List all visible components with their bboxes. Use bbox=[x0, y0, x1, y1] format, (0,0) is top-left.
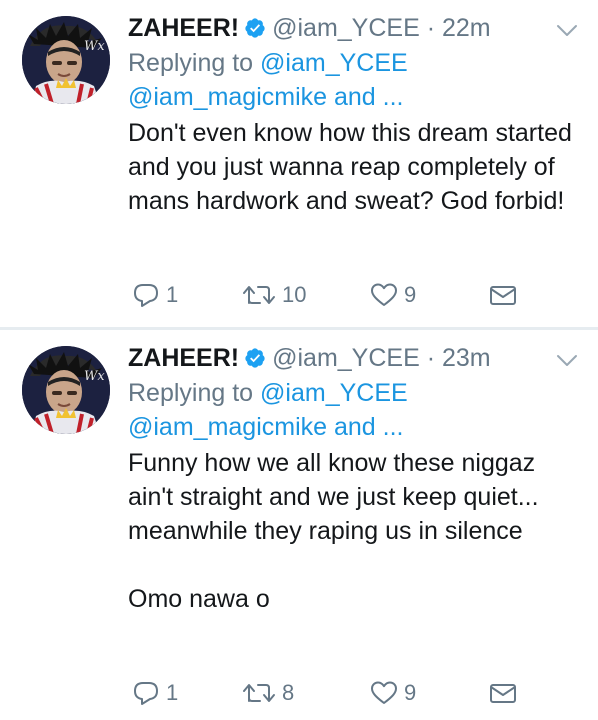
avatar[interactable]: Wx bbox=[22, 16, 110, 104]
timeline: Wx ZAHEER! @iam_YCEE · 22m Replying to @i… bbox=[0, 0, 598, 720]
replying-to-label: Replying to bbox=[128, 379, 261, 407]
replying-to-line: Replying to @iam_YCEE bbox=[128, 46, 578, 80]
timestamp[interactable]: 23m bbox=[442, 344, 491, 372]
svg-text:Wx: Wx bbox=[84, 39, 105, 54]
like-count: 9 bbox=[404, 680, 417, 705]
retweet-button[interactable]: 10 bbox=[242, 280, 306, 310]
direct-message-button[interactable] bbox=[488, 280, 518, 310]
verified-badge-icon bbox=[245, 18, 265, 38]
avatar[interactable]: Wx bbox=[22, 346, 110, 434]
tweet-header: ZAHEER! @iam_YCEE · 23m bbox=[128, 340, 578, 376]
heart-icon bbox=[371, 681, 397, 704]
handle[interactable]: @iam_YCEE bbox=[272, 344, 420, 372]
separator-dot: · bbox=[426, 344, 436, 372]
tweet-content: ZAHEER! @iam_YCEE · 23m Replying to @iam_… bbox=[128, 340, 578, 616]
mention-link[interactable]: @iam_YCEE bbox=[260, 49, 408, 77]
replying-to-line-2: @iam_magicmike and ... bbox=[128, 410, 578, 444]
replying-to-line: Replying to @iam_YCEE bbox=[128, 376, 578, 410]
svg-text:Wx: Wx bbox=[84, 369, 105, 384]
timestamp[interactable]: 22m bbox=[442, 14, 491, 42]
tweet-actions: 1 10 9 bbox=[128, 280, 528, 310]
heart-icon bbox=[371, 283, 397, 306]
handle[interactable]: @iam_YCEE bbox=[272, 14, 420, 42]
and-others-link[interactable]: and ... bbox=[327, 83, 404, 111]
replying-to-line-2: @iam_magicmike and ... bbox=[128, 80, 578, 114]
display-name[interactable]: ZAHEER! bbox=[128, 14, 239, 42]
chevron-down-icon[interactable] bbox=[556, 354, 578, 368]
mention-link[interactable]: @iam_magicmike bbox=[128, 83, 327, 111]
mention-link[interactable]: @iam_YCEE bbox=[260, 379, 408, 407]
display-name[interactable]: ZAHEER! bbox=[128, 344, 239, 372]
retweet-icon bbox=[243, 684, 275, 702]
envelope-icon bbox=[490, 684, 516, 703]
reply-icon bbox=[134, 682, 158, 705]
retweet-count: 10 bbox=[282, 282, 307, 307]
reply-count: 1 bbox=[166, 282, 179, 307]
like-count: 9 bbox=[404, 282, 417, 307]
retweet-count: 8 bbox=[282, 680, 295, 705]
tweet-actions: 1 8 9 bbox=[128, 678, 528, 708]
replying-to-label: Replying to bbox=[128, 49, 261, 77]
direct-message-button[interactable] bbox=[488, 678, 518, 708]
tweet[interactable]: Wx ZAHEER! @iam_YCEE · 23m Replying to @i… bbox=[0, 330, 598, 720]
reply-button[interactable]: 1 bbox=[132, 678, 178, 708]
like-button[interactable]: 9 bbox=[370, 280, 416, 310]
retweet-icon bbox=[243, 286, 275, 304]
tweet-text: Funny how we all know these niggaz ain't… bbox=[128, 449, 539, 613]
mention-link[interactable]: @iam_magicmike bbox=[128, 413, 327, 441]
tweet-content: ZAHEER! @iam_YCEE · 22m Replying to @iam_… bbox=[128, 10, 578, 218]
verified-badge-icon bbox=[245, 348, 265, 368]
envelope-icon bbox=[490, 286, 516, 305]
and-others-link[interactable]: and ... bbox=[327, 413, 404, 441]
separator-dot: · bbox=[426, 14, 436, 42]
tweet-text: Don't even know how this dream started a… bbox=[128, 119, 579, 215]
retweet-button[interactable]: 8 bbox=[242, 678, 294, 708]
reply-icon bbox=[134, 284, 158, 307]
tweet-header: ZAHEER! @iam_YCEE · 22m bbox=[128, 10, 578, 46]
reply-button[interactable]: 1 bbox=[132, 280, 178, 310]
like-button[interactable]: 9 bbox=[370, 678, 416, 708]
reply-count: 1 bbox=[166, 680, 179, 705]
chevron-down-icon[interactable] bbox=[556, 24, 578, 38]
tweet[interactable]: Wx ZAHEER! @iam_YCEE · 22m Replying to @i… bbox=[0, 0, 598, 328]
